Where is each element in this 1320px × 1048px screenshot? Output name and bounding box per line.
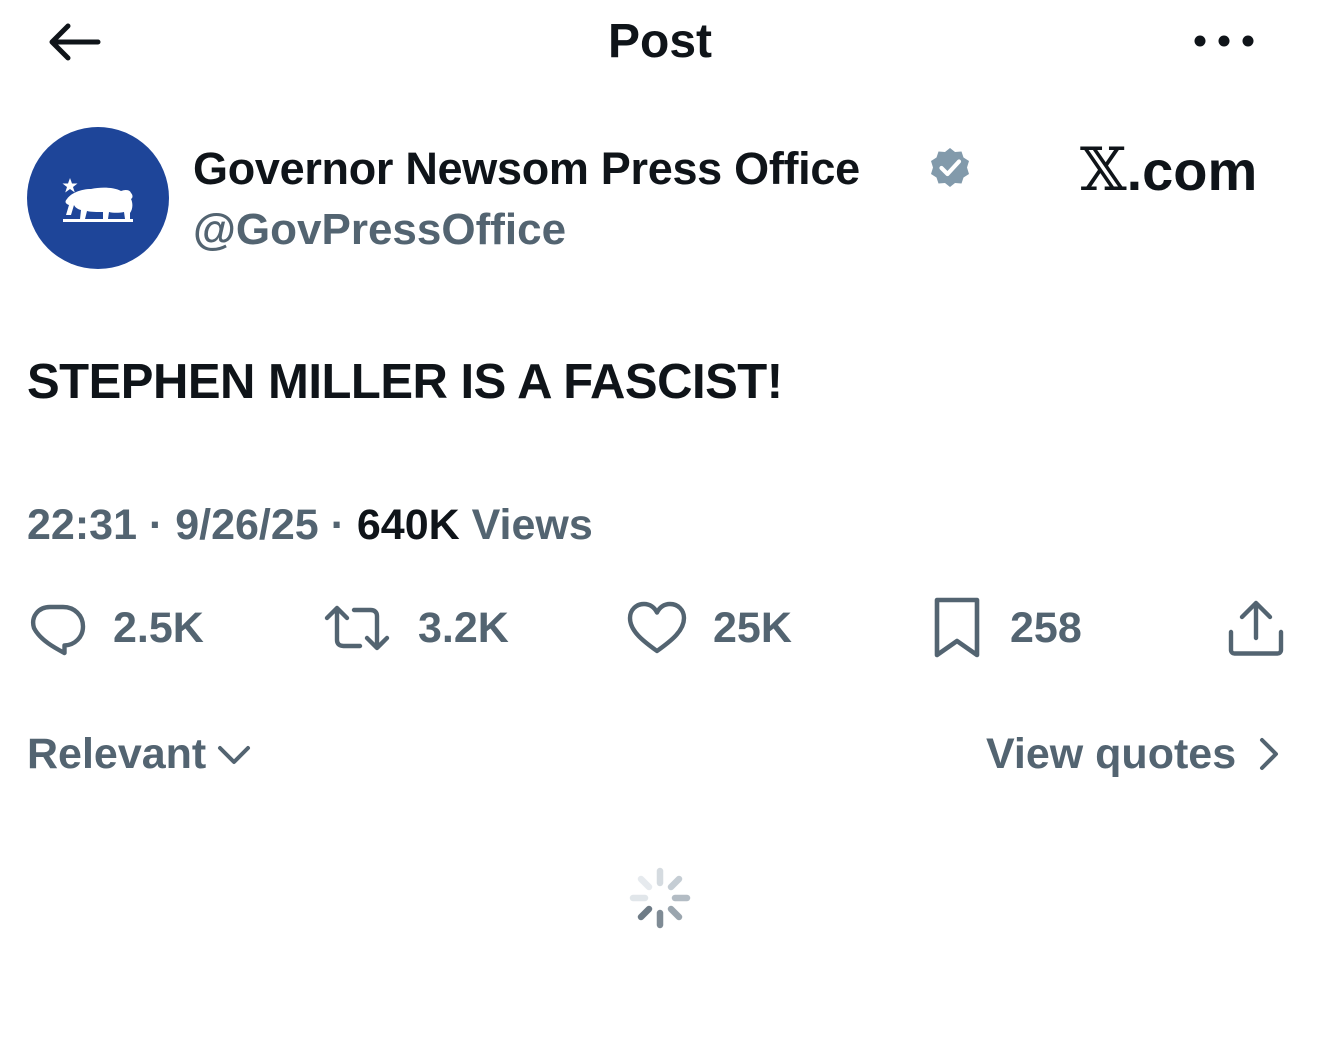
view-quotes-label: View quotes	[986, 730, 1237, 778]
loading-spinner-icon	[628, 866, 692, 930]
x-com-logo: 𝕏.com	[1080, 138, 1257, 203]
share-icon	[1228, 600, 1284, 656]
author-name[interactable]: Governor Newsom Press Office	[193, 141, 860, 197]
verified-badge-icon	[928, 146, 972, 190]
page-title: Post	[607, 15, 712, 68]
x-logo-icon: 𝕏	[1080, 135, 1127, 205]
bookmark-icon	[934, 597, 980, 658]
bookmark-count: 258	[1010, 604, 1082, 652]
author-handle[interactable]: @GovPressOffice	[193, 202, 566, 258]
post-meta: 22:31 · 9/26/25 · 640K Views	[27, 498, 593, 552]
post-time: 22:31	[27, 501, 137, 549]
reply-button[interactable]: 2.5K	[27, 596, 204, 660]
repost-button[interactable]: 3.2K	[322, 596, 509, 660]
reply-count: 2.5K	[113, 604, 204, 652]
meta-separator: ·	[318, 501, 357, 549]
view-quotes-link[interactable]: View quotes	[986, 726, 1290, 782]
more-dots-icon	[1194, 35, 1254, 47]
views-count: 640K	[356, 501, 460, 549]
like-count: 25K	[713, 604, 792, 652]
sort-label: Relevant	[27, 730, 207, 778]
share-button[interactable]	[1226, 596, 1286, 660]
chevron-down-icon	[218, 746, 251, 764]
avatar[interactable]	[27, 127, 169, 269]
more-options-button[interactable]	[1190, 22, 1262, 62]
repost-count: 3.2K	[418, 604, 509, 652]
post-date[interactable]: 9/26/25	[175, 501, 318, 549]
california-bear-icon	[62, 178, 133, 222]
chevron-right-icon	[1260, 738, 1279, 770]
logo-domain-text: .com	[1126, 139, 1258, 202]
like-button[interactable]: 25K	[627, 596, 792, 660]
heart-icon	[627, 601, 687, 654]
views-label: Views	[459, 501, 593, 549]
bookmark-button[interactable]: 258	[930, 596, 1082, 660]
meta-separator: ·	[136, 501, 176, 549]
sort-relevant-dropdown[interactable]: Relevant	[27, 726, 258, 782]
reply-icon	[31, 604, 86, 656]
post-text: STEPHEN MILLER IS A FASCIST!	[27, 355, 783, 409]
repost-icon	[324, 605, 390, 651]
